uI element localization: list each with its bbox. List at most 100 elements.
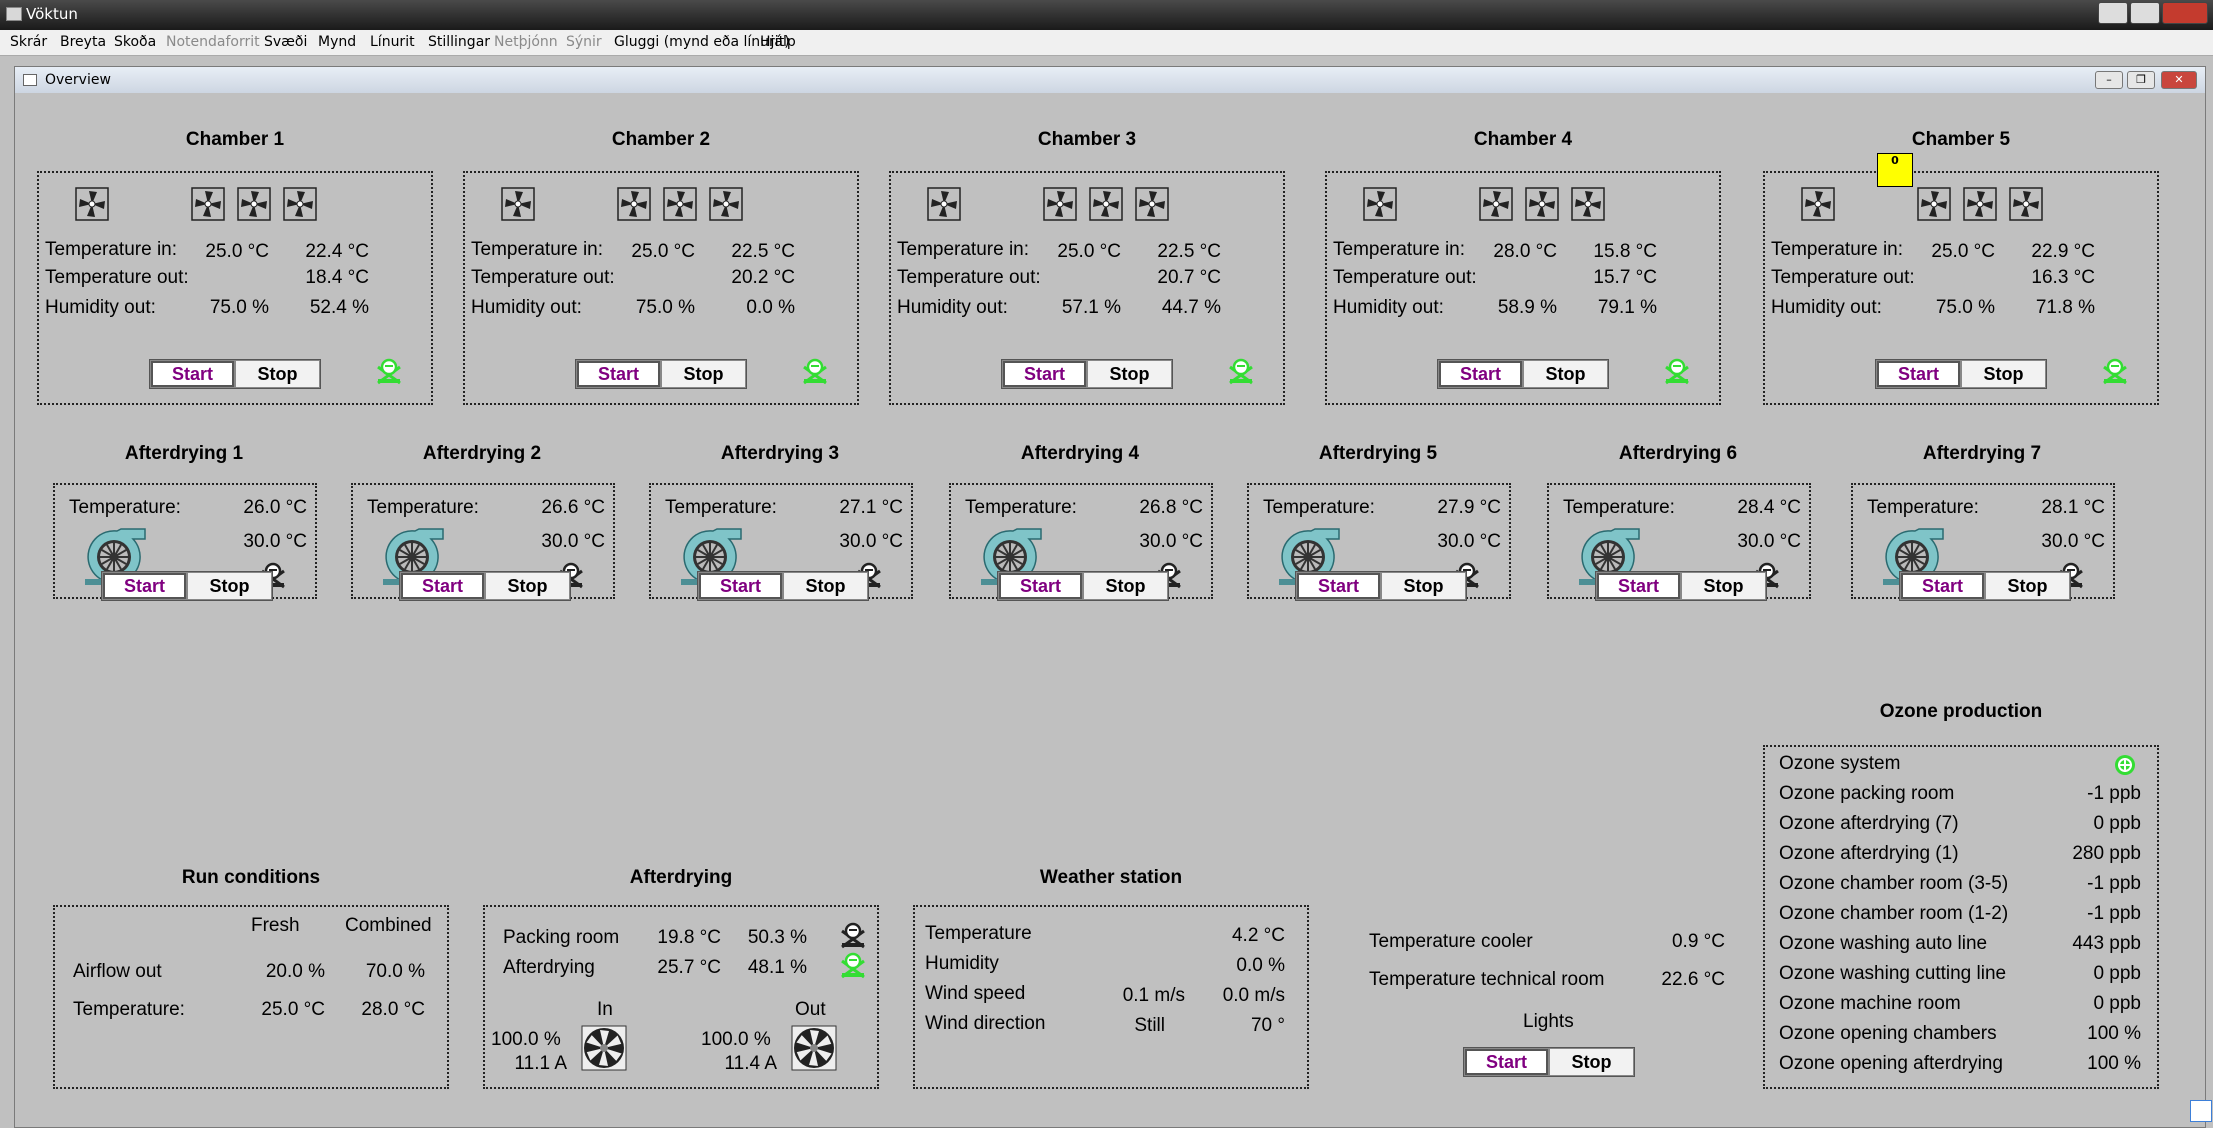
temp-label: Temperature: <box>73 999 185 1020</box>
chamber-title: Chamber 5 <box>1911 129 2011 150</box>
ozone-row-value: 100 % <box>2087 1053 2141 1074</box>
fan-icon <box>1963 187 1997 221</box>
temp-label: Temperature: <box>1563 497 1675 518</box>
close-button[interactable] <box>2162 2 2208 24</box>
menu-item-9[interactable]: Sýnir <box>566 34 602 50</box>
afterdrying-unit-stop-button[interactable]: Stop <box>783 572 868 600</box>
afterdrying-unit-start-stop: Start Stop <box>1295 571 1467 601</box>
ozone-row-value: 0 ppb <box>2093 993 2141 1014</box>
menu-item-0[interactable]: Skrár <box>10 34 47 50</box>
tech-room-value: 22.6 °C <box>1661 969 1725 990</box>
weather-panel: Temperature 4.2 °C Humidity 0.0 % Wind speed… <box>913 905 1309 1089</box>
fan-icon <box>1917 187 1951 221</box>
temp-in-label: Temperature in: <box>45 239 178 260</box>
status-icon <box>2101 357 2129 385</box>
fan-icon <box>617 187 651 221</box>
minimize-button[interactable] <box>2098 2 2128 24</box>
humidity-value: 44.7 % <box>1161 297 1221 318</box>
maximize-button[interactable] <box>2130 2 2160 24</box>
afterdrying-unit-start-button[interactable]: Start <box>102 572 187 600</box>
fan-icon <box>1801 187 1835 221</box>
afterdrying-title: Afterdrying <box>629 867 733 888</box>
afterdrying-unit-stop-button[interactable]: Stop <box>1083 572 1168 600</box>
ozone-row-value: 0 ppb <box>2093 963 2141 984</box>
menu-item-5[interactable]: Mynd <box>318 34 356 50</box>
menu-item-2[interactable]: Skoða <box>114 34 156 50</box>
menu-item-11[interactable]: Hjálp <box>760 34 796 50</box>
chamber-start-button[interactable]: Start <box>1438 360 1523 388</box>
chamber-stop-button[interactable]: Stop <box>1523 360 1608 388</box>
temp-in-setpoint: 25.0 °C <box>1057 241 1121 262</box>
chamber-start-button[interactable]: Start <box>1876 360 1961 388</box>
chamber-stop-button[interactable]: Stop <box>661 360 746 388</box>
menu-item-1[interactable]: Breyta <box>60 34 106 50</box>
status-icon <box>839 951 867 979</box>
packing-room-temp: 19.8 °C <box>657 927 721 948</box>
afterdrying-unit-start-button[interactable]: Start <box>1296 572 1381 600</box>
afterdrying-unit-stop-button[interactable]: Stop <box>485 572 570 600</box>
afterdrying-temp: 25.7 °C <box>657 957 721 978</box>
afterdrying-unit-start-button[interactable]: Start <box>998 572 1083 600</box>
afterdrying-unit-start-button[interactable]: Start <box>400 572 485 600</box>
menu-item-8[interactable]: Netþjónn <box>494 34 558 50</box>
chamber-stop-button[interactable]: Stop <box>1087 360 1172 388</box>
temp-value: 4.2 °C <box>1231 925 1285 946</box>
chamber-start-stop: Start Stop <box>1437 359 1609 389</box>
fan-icon <box>2009 187 2043 221</box>
chamber-start-stop: Start Stop <box>149 359 321 389</box>
ozone-system-status-icon <box>2113 753 2137 777</box>
fan-icon <box>191 187 225 221</box>
fan-icon <box>1525 187 1559 221</box>
chamber-stop-button[interactable]: Stop <box>235 360 320 388</box>
packing-room-hum: 50.3 % <box>747 927 807 948</box>
chamber-start-button[interactable]: Start <box>576 360 661 388</box>
out-label: Out <box>795 999 826 1020</box>
lights-stop-button[interactable]: Stop <box>1549 1048 1634 1076</box>
ozone-system-label: Ozone system <box>1779 753 1901 774</box>
temp-label: Temperature: <box>69 497 181 518</box>
alarm-badge[interactable]: 0 <box>1877 153 1913 187</box>
afterdrying-unit-panel: Temperature: 26.0 °C 30.0 °C Start Stop <box>53 483 317 601</box>
humidity-setpoint: 75.0 % <box>1935 297 1995 318</box>
afterdrying-unit-start-button[interactable]: Start <box>1596 572 1681 600</box>
temp-out-label: Temperature out: <box>45 267 189 288</box>
temp-out-label: Temperature out: <box>897 267 1041 288</box>
menu-item-3[interactable]: Notendaforrit <box>166 34 260 50</box>
lights-start-button[interactable]: Start <box>1464 1048 1549 1076</box>
menu-item-6[interactable]: Línurit <box>370 34 415 50</box>
window-titlebar: Vöktun <box>0 0 2213 30</box>
menu-item-7[interactable]: Stillingar <box>428 34 490 50</box>
chamber-title: Chamber 4 <box>1473 129 1573 150</box>
chamber-stop-button[interactable]: Stop <box>1961 360 2046 388</box>
temp-in-setpoint: 28.0 °C <box>1493 241 1557 262</box>
temp-out-label: Temperature out: <box>1771 267 1915 288</box>
humidity-label: Humidity out: <box>1771 297 1882 318</box>
afterdrying-unit-start-button[interactable]: Start <box>1900 572 1985 600</box>
humidity-value: 71.8 % <box>2035 297 2095 318</box>
ozone-row-value: 100 % <box>2087 1023 2141 1044</box>
temp-value: 27.9 °C <box>1437 497 1501 518</box>
afterdrying-unit-start-stop: Start Stop <box>399 571 571 601</box>
chamber-start-stop: Start Stop <box>575 359 747 389</box>
afterdrying-unit-start-button[interactable]: Start <box>698 572 783 600</box>
temp-out-label: Temperature out: <box>471 267 615 288</box>
temp-in-value: 22.4 °C <box>305 241 369 262</box>
temp-in-setpoint: 25.0 °C <box>205 241 269 262</box>
status-icon <box>375 357 403 385</box>
afterdrying-unit-stop-button[interactable]: Stop <box>187 572 272 600</box>
dir-label: Wind direction <box>925 1013 1046 1034</box>
afterdrying-unit-stop-button[interactable]: Stop <box>1985 572 2070 600</box>
status-icon <box>801 357 829 385</box>
app-icon <box>6 7 22 21</box>
fan-icon <box>927 187 961 221</box>
hum-value: 0.0 % <box>1236 955 1285 976</box>
afterdrying-unit-stop-button[interactable]: Stop <box>1681 572 1766 600</box>
temp-label: Temperature: <box>1263 497 1375 518</box>
menu-item-4[interactable]: Svæði <box>264 34 307 50</box>
chamber-start-button[interactable]: Start <box>150 360 235 388</box>
wind-label: Wind speed <box>925 983 1026 1004</box>
afterdrying-unit-panel: Temperature: 27.1 °C 30.0 °C Start Stop <box>649 483 913 601</box>
resize-handle-icon[interactable] <box>2190 1100 2212 1122</box>
chamber-start-button[interactable]: Start <box>1002 360 1087 388</box>
afterdrying-unit-stop-button[interactable]: Stop <box>1381 572 1466 600</box>
